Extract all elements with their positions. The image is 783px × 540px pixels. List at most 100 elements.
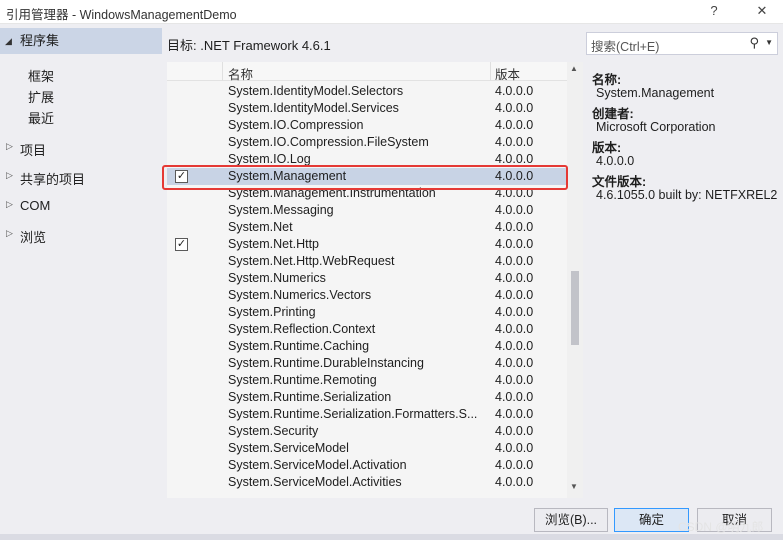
table-row[interactable]: System.Runtime.Caching 4.0.0.0	[167, 338, 567, 355]
table-row[interactable]: System.IO.Compression 4.0.0.0	[167, 117, 567, 134]
sidebar-item-framework[interactable]: 框架	[28, 66, 54, 85]
sidebar-item-browse[interactable]: ▷ 浏览	[6, 227, 46, 246]
table-row[interactable]: System.Numerics.Vectors 4.0.0.0	[167, 287, 567, 304]
row-name: System.IO.Compression	[228, 118, 364, 132]
table-row[interactable]: System.Net 4.0.0.0	[167, 219, 567, 236]
row-version: 4.0.0.0	[495, 254, 534, 268]
column-header-version[interactable]: 版本	[495, 64, 520, 83]
collapsed-arrow-icon: ▷	[6, 228, 13, 238]
collapsed-arrow-icon: ▷	[6, 199, 13, 209]
column-separator	[222, 62, 223, 81]
row-name: System.Reflection.Context	[228, 322, 376, 336]
sidebar: ◢ 程序集 框架 扩展 最近 ▷ 项目 ▷ 共享的项目 ▷ COM ▷ 浏览	[0, 28, 162, 528]
row-name: System.IO.Compression.FileSystem	[228, 135, 429, 149]
row-version: 4.0.0.0	[495, 118, 534, 132]
row-name: System.Net.Http	[228, 237, 319, 251]
checkbox[interactable]: ✓	[175, 170, 188, 183]
details-name-value: System.Management	[596, 86, 715, 100]
sidebar-item-label: 共享的项目	[20, 172, 86, 187]
watermark: CSDN @明九郎	[678, 520, 764, 534]
row-version: 4.0.0.0	[495, 237, 534, 251]
sidebar-item-extensions[interactable]: 扩展	[28, 87, 54, 106]
taskbar-strip	[0, 534, 783, 540]
row-name: System.Security	[228, 424, 319, 438]
sidebar-item-recent[interactable]: 最近	[28, 108, 54, 127]
row-version: 4.0.0.0	[495, 441, 534, 455]
table-row[interactable]: System.Runtime.Serialization 4.0.0.0	[167, 389, 567, 406]
table-row[interactable]: System.Net.Http.WebRequest 4.0.0.0	[167, 253, 567, 270]
table-row[interactable]: System.ServiceModel 4.0.0.0	[167, 440, 567, 457]
row-version: 4.0.0.0	[495, 475, 534, 489]
table-row[interactable]: System.IO.Compression.FileSystem 4.0.0.0	[167, 134, 567, 151]
row-version: 4.0.0.0	[495, 390, 534, 404]
table-row[interactable]: System.IdentityModel.Selectors 4.0.0.0	[167, 83, 567, 100]
row-name: System.Numerics.Vectors	[228, 288, 372, 302]
table-row[interactable]: System.Runtime.Remoting 4.0.0.0	[167, 372, 567, 389]
sidebar-item-label: 程序集	[20, 33, 60, 48]
chevron-down-icon[interactable]: ▼	[765, 38, 773, 47]
row-version: 4.0.0.0	[495, 84, 534, 98]
row-version: 4.0.0.0	[495, 135, 534, 149]
table-row[interactable]: System.Printing 4.0.0.0	[167, 304, 567, 321]
table-row[interactable]: ✓ System.Management 4.0.0.0	[167, 168, 567, 185]
collapsed-arrow-icon: ▷	[6, 141, 13, 151]
row-name: System.ServiceModel.Activation	[228, 458, 407, 472]
scroll-up-icon[interactable]: ▲	[570, 64, 578, 73]
row-name: System.Net	[228, 220, 293, 234]
row-name: System.Management	[228, 169, 347, 183]
row-version: 4.0.0.0	[495, 220, 534, 234]
column-header-name[interactable]: 名称	[228, 64, 253, 83]
table-row[interactable]: System.IO.Log 4.0.0.0	[167, 151, 567, 168]
table-row[interactable]: System.Runtime.DurableInstancing 4.0.0.0	[167, 355, 567, 372]
sidebar-item-label: COM	[20, 198, 51, 213]
row-name: System.ServiceModel	[228, 441, 349, 455]
target-framework-label: 目标: .NET Framework 4.6.1	[167, 38, 331, 53]
row-version: 4.0.0.0	[495, 356, 534, 370]
title-bar: 引用管理器 - WindowsManagementDemo ? ✕	[0, 0, 783, 24]
row-name: System.ServiceModel.Activities	[228, 475, 402, 489]
table-row[interactable]: System.Runtime.Serialization.Formatters.…	[167, 406, 567, 423]
row-name: System.IdentityModel.Services	[228, 101, 399, 115]
expanded-arrow-icon: ◢	[5, 36, 12, 46]
row-name: System.Runtime.DurableInstancing	[228, 356, 424, 370]
row-name: System.Runtime.Serialization.Formatters.…	[228, 407, 478, 421]
row-version: 4.0.0.0	[495, 186, 534, 200]
assembly-list: 名称 版本 System.IdentityModel.Selectors 4.0.…	[167, 62, 583, 498]
window-title: 引用管理器 - WindowsManagementDemo	[6, 8, 237, 22]
row-version: 4.0.0.0	[495, 407, 534, 421]
sidebar-item-label: 项目	[20, 143, 47, 158]
row-name: System.Net.Http.WebRequest	[228, 254, 395, 268]
row-version: 4.0.0.0	[495, 373, 534, 387]
sidebar-item-com[interactable]: ▷ COM	[6, 198, 51, 213]
row-name: System.IO.Log	[228, 152, 311, 166]
search-icon[interactable]: ⚲	[749, 35, 759, 51]
table-row[interactable]: System.ServiceModel.Activities 4.0.0.0	[167, 474, 567, 491]
collapsed-arrow-icon: ▷	[6, 170, 13, 180]
table-row[interactable]: System.Messaging 4.0.0.0	[167, 202, 567, 219]
search-input[interactable]: 搜索(Ctrl+E) ⚲ ▼	[586, 32, 778, 55]
help-button[interactable]: ?	[704, 2, 724, 20]
scroll-down-icon[interactable]: ▼	[570, 482, 578, 491]
row-version: 4.0.0.0	[495, 203, 534, 217]
checkbox[interactable]: ✓	[175, 238, 188, 251]
table-row[interactable]: ✓ System.Net.Http 4.0.0.0	[167, 236, 567, 253]
scrollbar-thumb[interactable]	[571, 271, 579, 345]
browse-button[interactable]: 浏览(B)...	[534, 508, 608, 532]
table-row[interactable]: System.IdentityModel.Services 4.0.0.0	[167, 100, 567, 117]
close-button[interactable]: ✕	[752, 2, 772, 20]
table-row[interactable]: System.Management.Instrumentation 4.0.0.0	[167, 185, 567, 202]
sidebar-item-shared-projects[interactable]: ▷ 共享的项目	[6, 169, 86, 188]
table-row[interactable]: System.ServiceModel.Activation 4.0.0.0	[167, 457, 567, 474]
sidebar-item-assemblies[interactable]: ◢ 程序集	[0, 28, 162, 54]
details-file-version-value: 4.6.1055.0 built by: NETFXREL2	[596, 188, 778, 202]
table-row[interactable]: System.Reflection.Context 4.0.0.0	[167, 321, 567, 338]
details-creator-value: Microsoft Corporation	[596, 120, 716, 134]
table-row[interactable]: System.Security 4.0.0.0	[167, 423, 567, 440]
row-version: 4.0.0.0	[495, 322, 534, 336]
list-header: 名称 版本	[167, 62, 567, 83]
row-version: 4.0.0.0	[495, 101, 534, 115]
table-row[interactable]: System.Numerics 4.0.0.0	[167, 270, 567, 287]
row-name: System.Numerics	[228, 271, 326, 285]
vertical-scrollbar[interactable]: ▲ ▼	[567, 62, 583, 498]
sidebar-item-projects[interactable]: ▷ 项目	[6, 140, 47, 159]
